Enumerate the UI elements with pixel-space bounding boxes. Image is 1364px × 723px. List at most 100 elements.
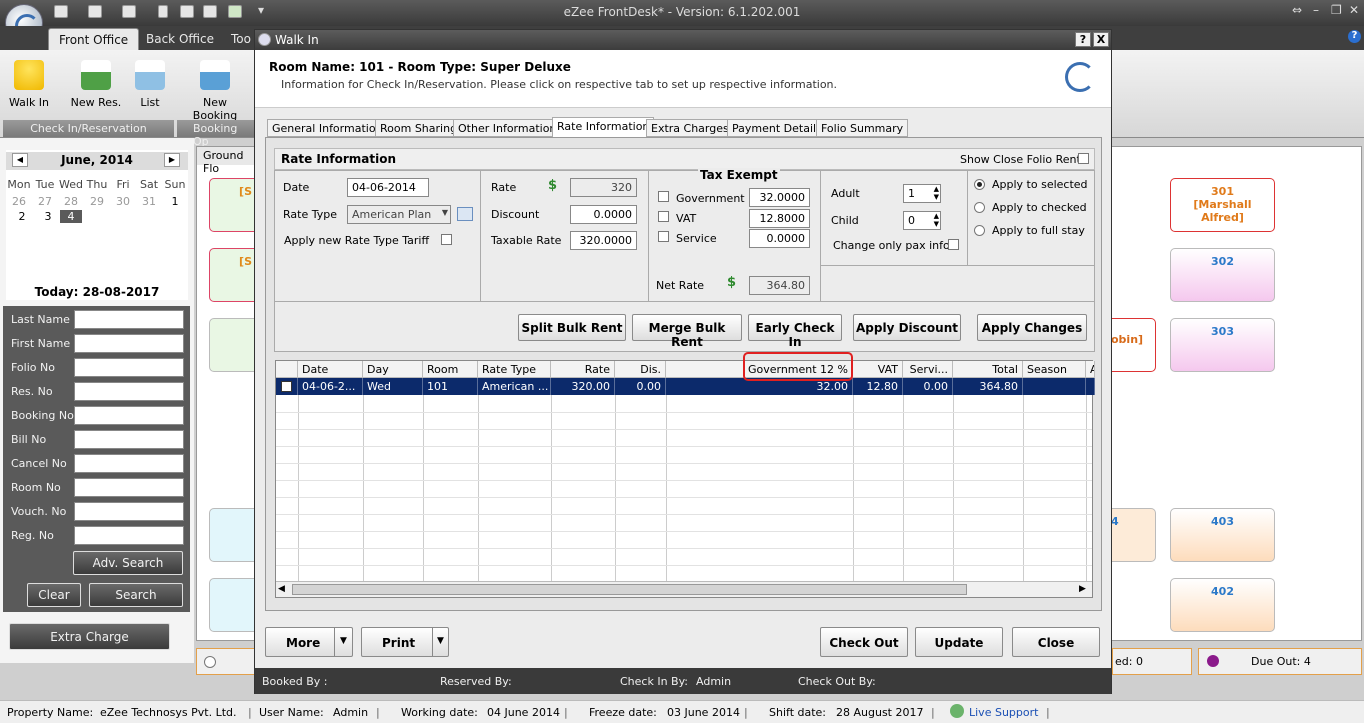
calendar-day-prev[interactable]: 27 xyxy=(32,195,58,208)
calendar-day[interactable]: 4 xyxy=(60,210,82,223)
rate-type-select[interactable]: American Plan ▼ xyxy=(347,205,451,224)
grid-header-more[interactable]: A xyxy=(1086,361,1095,378)
calendar-day-prev[interactable]: 31 xyxy=(136,195,162,208)
currency-icon[interactable]: $ xyxy=(548,178,566,196)
row-checkbox-cell[interactable] xyxy=(276,378,298,395)
prev-month-icon[interactable]: ◀ xyxy=(12,153,28,167)
cell-season[interactable] xyxy=(1023,378,1086,395)
row-checkbox[interactable] xyxy=(281,381,292,392)
radio-icon[interactable] xyxy=(204,656,216,668)
split-bulk-rent-button[interactable]: Split Bulk Rent xyxy=(518,314,626,341)
apply-selected-radio[interactable] xyxy=(974,179,985,190)
search-field-input[interactable] xyxy=(74,358,184,377)
search-field-input[interactable] xyxy=(74,430,184,449)
early-check-in-button[interactable]: Early Check In xyxy=(748,314,842,349)
cell-day[interactable]: Wed xyxy=(363,378,423,395)
chevron-down-icon[interactable]: ▼ xyxy=(437,636,444,646)
tab-room-sharing[interactable]: Room Sharing xyxy=(375,119,463,137)
live-support-link[interactable]: Live Support xyxy=(969,706,1038,719)
tab-ground-floor[interactable]: Ground Flo xyxy=(197,147,257,175)
more-button[interactable]: More ▼ xyxy=(265,627,353,657)
chevron-down-icon[interactable]: ▼ xyxy=(340,636,347,646)
maximize-icon[interactable]: ❐ xyxy=(1331,3,1342,17)
currency-icon[interactable]: $ xyxy=(727,275,736,290)
tab-payment-details[interactable]: Payment Details xyxy=(727,119,827,137)
child-stepper[interactable]: 0 ▲ ▼ xyxy=(903,211,941,230)
calendar-day-prev[interactable]: 26 xyxy=(6,195,32,208)
tab-rate-information[interactable]: Rate Information xyxy=(552,117,655,138)
restore-icon[interactable]: ⇔ xyxy=(1292,3,1302,17)
service-tax-input[interactable]: 0.0000 xyxy=(749,229,810,248)
date-input[interactable]: 04-06-2014 xyxy=(347,178,429,197)
room-301[interactable]: 301 [Marshall Alfred] xyxy=(1170,178,1275,232)
grid-header-rate-type[interactable]: Rate Type xyxy=(478,361,551,378)
apply-discount-button[interactable]: Apply Discount xyxy=(853,314,961,341)
tab-back-office[interactable]: Back Office xyxy=(136,28,224,50)
room-303[interactable]: 303 xyxy=(1170,318,1275,372)
scrollbar-thumb[interactable] xyxy=(292,584,967,595)
taxable-rate-input[interactable]: 320.0000 xyxy=(570,231,637,250)
cell-date[interactable]: 04-06-2... xyxy=(298,378,363,395)
update-button[interactable]: Update xyxy=(915,627,1003,657)
search-field-input[interactable] xyxy=(74,478,184,497)
search-field-input[interactable] xyxy=(74,334,184,353)
grid-header-date[interactable]: Date xyxy=(298,361,363,378)
show-close-folio-checkbox[interactable] xyxy=(1078,153,1089,164)
room-card[interactable]: [S xyxy=(209,178,259,232)
search-field-input[interactable] xyxy=(74,454,184,473)
search-field-input[interactable] xyxy=(74,502,184,521)
room-403[interactable]: 403 xyxy=(1170,508,1275,562)
room-card[interactable] xyxy=(209,578,259,632)
room-302[interactable]: 302 xyxy=(1170,248,1275,302)
vat-exempt-checkbox[interactable] xyxy=(658,211,669,222)
discount-input[interactable]: 0.0000 xyxy=(570,205,637,224)
horizontal-scrollbar[interactable]: ◀ ▶ xyxy=(276,581,1092,597)
scroll-left-icon[interactable]: ◀ xyxy=(278,584,285,594)
search-field-input[interactable] xyxy=(74,406,184,425)
service-exempt-checkbox[interactable] xyxy=(658,231,669,242)
calendar-day-prev[interactable]: 29 xyxy=(84,195,110,208)
grid-header-total[interactable]: Total xyxy=(953,361,1023,378)
list-button[interactable]: List xyxy=(122,60,178,109)
grid-header-rate[interactable]: Rate xyxy=(551,361,615,378)
room-402[interactable]: 402 xyxy=(1170,578,1275,632)
check-out-button[interactable]: Check Out xyxy=(820,627,908,657)
search-field-input[interactable] xyxy=(74,526,184,545)
cell-total[interactable]: 364.80 xyxy=(953,378,1023,395)
apply-full-stay-radio[interactable] xyxy=(974,225,985,236)
apply-tariff-checkbox[interactable] xyxy=(441,234,452,245)
new-booking-button[interactable]: New Booking xyxy=(180,60,250,122)
extra-charge-button[interactable]: Extra Charge xyxy=(9,623,170,650)
cell-rate-type[interactable]: American ... xyxy=(478,378,551,395)
vat-tax-input[interactable]: 12.8000 xyxy=(749,209,810,228)
cell-service[interactable]: 0.00 xyxy=(903,378,953,395)
tab-general-information[interactable]: General Information xyxy=(267,119,388,137)
grid-header-service[interactable]: Servi... xyxy=(903,361,953,378)
apply-checked-radio[interactable] xyxy=(974,202,985,213)
cell-discount[interactable]: 0.00 xyxy=(615,378,666,395)
stepper-arrows-icon[interactable]: ▲ ▼ xyxy=(934,212,939,228)
tab-other-information[interactable]: Other Information xyxy=(453,119,562,137)
calendar-day-prev[interactable]: 28 xyxy=(58,195,84,208)
close-app-icon[interactable]: ✕ xyxy=(1349,3,1359,17)
minimize-icon[interactable]: – xyxy=(1313,3,1319,17)
cell-vat[interactable]: 12.80 xyxy=(853,378,903,395)
help-icon[interactable]: ? xyxy=(1348,30,1361,43)
live-support-icon[interactable] xyxy=(950,704,964,718)
room-card[interactable]: [S xyxy=(209,248,259,302)
room-card[interactable]: obin] xyxy=(1106,318,1156,372)
new-reservation-button[interactable]: New Res. xyxy=(68,60,124,109)
adult-stepper[interactable]: 1 ▲ ▼ xyxy=(903,184,941,203)
calendar-day[interactable]: 1 xyxy=(162,195,188,208)
search-field-input[interactable] xyxy=(74,382,184,401)
walk-in-button[interactable]: Walk In xyxy=(1,60,57,109)
cell-rate[interactable]: 320.00 xyxy=(551,378,615,395)
stepper-arrows-icon[interactable]: ▲ ▼ xyxy=(934,185,939,201)
grid-header-day[interactable]: Day xyxy=(363,361,423,378)
calendar-day[interactable]: 2 xyxy=(16,210,28,223)
government-exempt-checkbox[interactable] xyxy=(658,191,669,202)
adv-search-button[interactable]: Adv. Search xyxy=(73,551,183,575)
print-button[interactable]: Print ▼ xyxy=(361,627,449,657)
scroll-right-icon[interactable]: ▶ xyxy=(1079,584,1086,594)
clear-button[interactable]: Clear xyxy=(27,583,81,607)
